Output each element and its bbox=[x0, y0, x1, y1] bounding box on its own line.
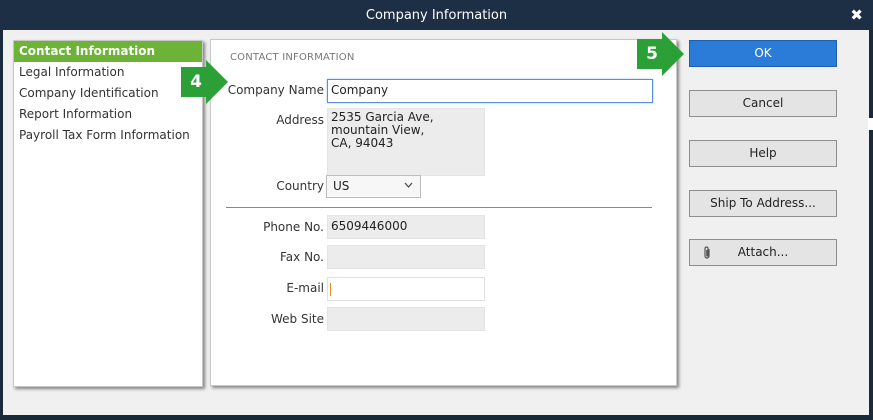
callout-step-4-arrow bbox=[206, 60, 228, 104]
chevron-down-icon bbox=[404, 178, 413, 195]
sidebar-item-legal-information[interactable]: Legal Information bbox=[14, 62, 202, 83]
attach-button[interactable]: Attach... bbox=[689, 239, 837, 266]
contact-information-panel: CONTACT INFORMATION Company Name Company… bbox=[210, 39, 677, 386]
title-bar: Company Information ✖ bbox=[0, 0, 873, 30]
callout-step-5-arrow bbox=[662, 32, 684, 76]
close-icon[interactable]: ✖ bbox=[850, 6, 863, 24]
window-title: Company Information bbox=[365, 7, 508, 23]
fax-label: Fax No. bbox=[280, 250, 324, 264]
dialog-body: Contact Information Legal Information Co… bbox=[3, 30, 869, 415]
company-name-label: Company Name bbox=[227, 83, 324, 97]
sidebar-item-report-information[interactable]: Report Information bbox=[14, 104, 202, 125]
email-input[interactable] bbox=[327, 277, 485, 301]
country-value: US bbox=[333, 179, 350, 193]
attach-label: Attach... bbox=[737, 245, 789, 259]
section-title: CONTACT INFORMATION bbox=[230, 52, 355, 63]
cancel-button[interactable]: Cancel bbox=[689, 90, 837, 117]
address-field[interactable]: 2535 Garcia Ave, mountain View, CA, 9404… bbox=[327, 108, 485, 176]
company-name-input[interactable]: Company bbox=[327, 79, 653, 103]
website-label: Web Site bbox=[270, 312, 324, 326]
sidebar: Contact Information Legal Information Co… bbox=[13, 40, 203, 387]
ok-button[interactable]: OK bbox=[689, 40, 837, 67]
help-button[interactable]: Help bbox=[689, 140, 837, 167]
sidebar-item-company-identification[interactable]: Company Identification bbox=[14, 83, 202, 104]
email-label: E-mail bbox=[286, 281, 324, 295]
address-label: Address bbox=[276, 113, 324, 127]
window-edge-marker bbox=[868, 118, 873, 130]
country-select[interactable]: US bbox=[326, 175, 421, 198]
fax-input[interactable] bbox=[327, 245, 485, 269]
text-caret bbox=[330, 283, 331, 296]
sidebar-item-contact-information[interactable]: Contact Information bbox=[14, 41, 202, 62]
country-label: Country bbox=[276, 179, 324, 193]
phone-label: Phone No. bbox=[263, 220, 324, 234]
phone-input[interactable]: 6509446000 bbox=[327, 215, 485, 239]
paperclip-icon bbox=[702, 240, 712, 265]
sidebar-item-payroll-tax-form-information[interactable]: Payroll Tax Form Information bbox=[14, 125, 202, 146]
website-input[interactable] bbox=[327, 307, 485, 331]
ship-to-address-button[interactable]: Ship To Address... bbox=[689, 190, 837, 217]
section-divider bbox=[226, 207, 652, 208]
